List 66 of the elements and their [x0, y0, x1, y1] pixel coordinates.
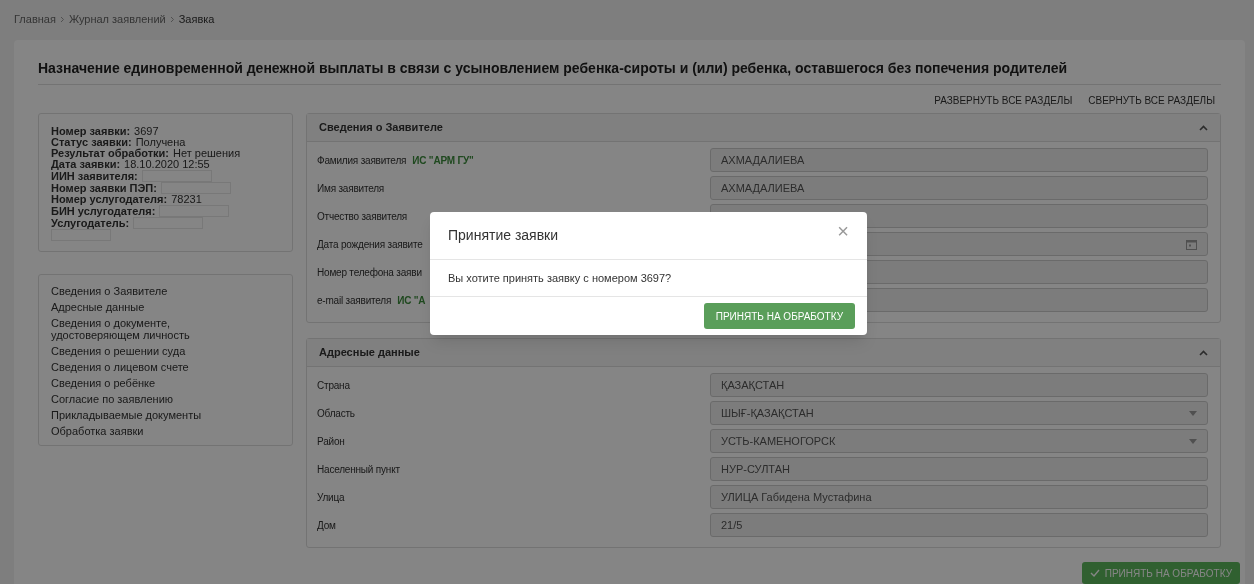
input-field[interactable]: ҚАЗАҚСТАН [710, 373, 1208, 397]
info-label: Услугодатель: [51, 217, 130, 229]
info-label: Номер услугодателя: [51, 194, 168, 205]
section-nav-link[interactable]: Сведения о Заявителе [51, 285, 251, 297]
check-icon [1089, 569, 1100, 577]
caret-icon [1189, 438, 1197, 444]
field-label: Имя заявителя [317, 181, 385, 196]
info-label: Номер заявки: [51, 126, 131, 137]
info-label: Результат обработки: [51, 148, 169, 159]
dialog-message: Вы хотите принять заявку с номером 3697? [448, 270, 672, 286]
info-label: Дата заявки: [51, 159, 121, 170]
section-nav-link[interactable]: Сведения о ребёнке [51, 377, 251, 389]
dialog-title: Принятие заявки [448, 226, 559, 245]
chevron-icon [59, 15, 65, 23]
source-label: ИС "А [397, 293, 426, 308]
section-toggle-link[interactable]: СВЕРНУТЬ ВСЕ РАЗДЕЛЫ [1088, 93, 1215, 113]
section-toggle-link[interactable]: РАЗВЕРНУТЬ ВСЕ РАЗДЕЛЫ [934, 93, 1073, 113]
section-nav-link[interactable]: Адресные данные [51, 301, 251, 313]
section-title: Адресные данные [319, 345, 420, 361]
field-label: Район [317, 434, 345, 449]
info-value: 78231 [171, 194, 202, 205]
input-field[interactable]: НУР-СУЛТАН [710, 457, 1208, 481]
caret-icon [1189, 410, 1197, 416]
info-label: Статус заявки: [51, 137, 132, 148]
input-field[interactable]: АХМАДАЛИЕВА [710, 176, 1208, 200]
breadcrumb-link[interactable]: Заявка [178, 10, 215, 28]
info-value: 3697 [134, 126, 159, 137]
breadcrumb-link[interactable]: Главная [14, 10, 56, 28]
field-label: Дом [317, 518, 336, 533]
accept-button[interactable]: ПРИНЯТЬ НА ОБРАБОТКУ [703, 303, 855, 329]
field-label: Отчество заявителя [317, 209, 408, 224]
source-label: ИС "АРМ ГУ" [412, 153, 474, 168]
section-nav-link[interactable]: Прикладываемые документы [51, 409, 251, 421]
field-label: Область [317, 406, 355, 421]
info-value: Получена [135, 137, 186, 148]
field-label: Страна [317, 378, 350, 393]
section-nav-link[interactable]: Сведения о решении суда [51, 345, 251, 357]
info-value: Нет решения [173, 148, 241, 159]
collapse-icon[interactable] [1199, 349, 1208, 356]
chevron-icon [169, 15, 175, 23]
info-label: Номер заявки ПЭП: [51, 182, 157, 194]
section-nav-link[interactable]: Сведения о документе, удостоверяющем личность [51, 317, 251, 341]
input-field[interactable]: 21/5 [710, 513, 1208, 537]
info-label: БИН услугодателя: [51, 205, 156, 217]
breadcrumb-link[interactable]: Журнал заявлений [68, 10, 166, 28]
input-field[interactable]: АХМАДАЛИЕВА [710, 148, 1208, 172]
field-label: Дата рождения заявите [317, 237, 423, 252]
section-title: Сведения о Заявителе [319, 120, 443, 136]
calendar-icon [1186, 238, 1197, 250]
field-label: e-mail заявителя [317, 293, 392, 308]
select-field[interactable]: УСТЬ-КАМЕНОГОРСК [710, 429, 1208, 453]
field-label: Населенный пункт [317, 462, 400, 477]
section-nav-link[interactable]: Обработка заявки [51, 425, 251, 437]
section-nav-link[interactable]: Согласие по заявлению [51, 393, 251, 405]
close-button[interactable]: × [837, 220, 849, 241]
accept-button[interactable]: ПРИНЯТЬ НА ОБРАБОТКУ [1081, 562, 1240, 584]
collapse-icon[interactable] [1199, 124, 1208, 131]
input-field[interactable]: УЛИЦА Габидена Мустафина [710, 485, 1208, 509]
page-title: Назначение единовременной денежной выплаты в связи с усыновлением ребенка-сироты и (или) ребенка, оставшегося без попечения родителей [38, 58, 1221, 85]
section-nav-link[interactable]: Сведения о лицевом счете [51, 361, 251, 373]
field-label: Улица [317, 490, 345, 505]
info-label: ИИН заявителя: [51, 170, 138, 182]
field-label: Номер телефона заяви [317, 265, 422, 280]
field-label: Фамилия заявителя [317, 153, 407, 168]
info-value: 18.10.2020 12:55 [124, 159, 210, 170]
select-field[interactable]: ШЫҒ-ҚАЗАҚСТАН [710, 401, 1208, 425]
